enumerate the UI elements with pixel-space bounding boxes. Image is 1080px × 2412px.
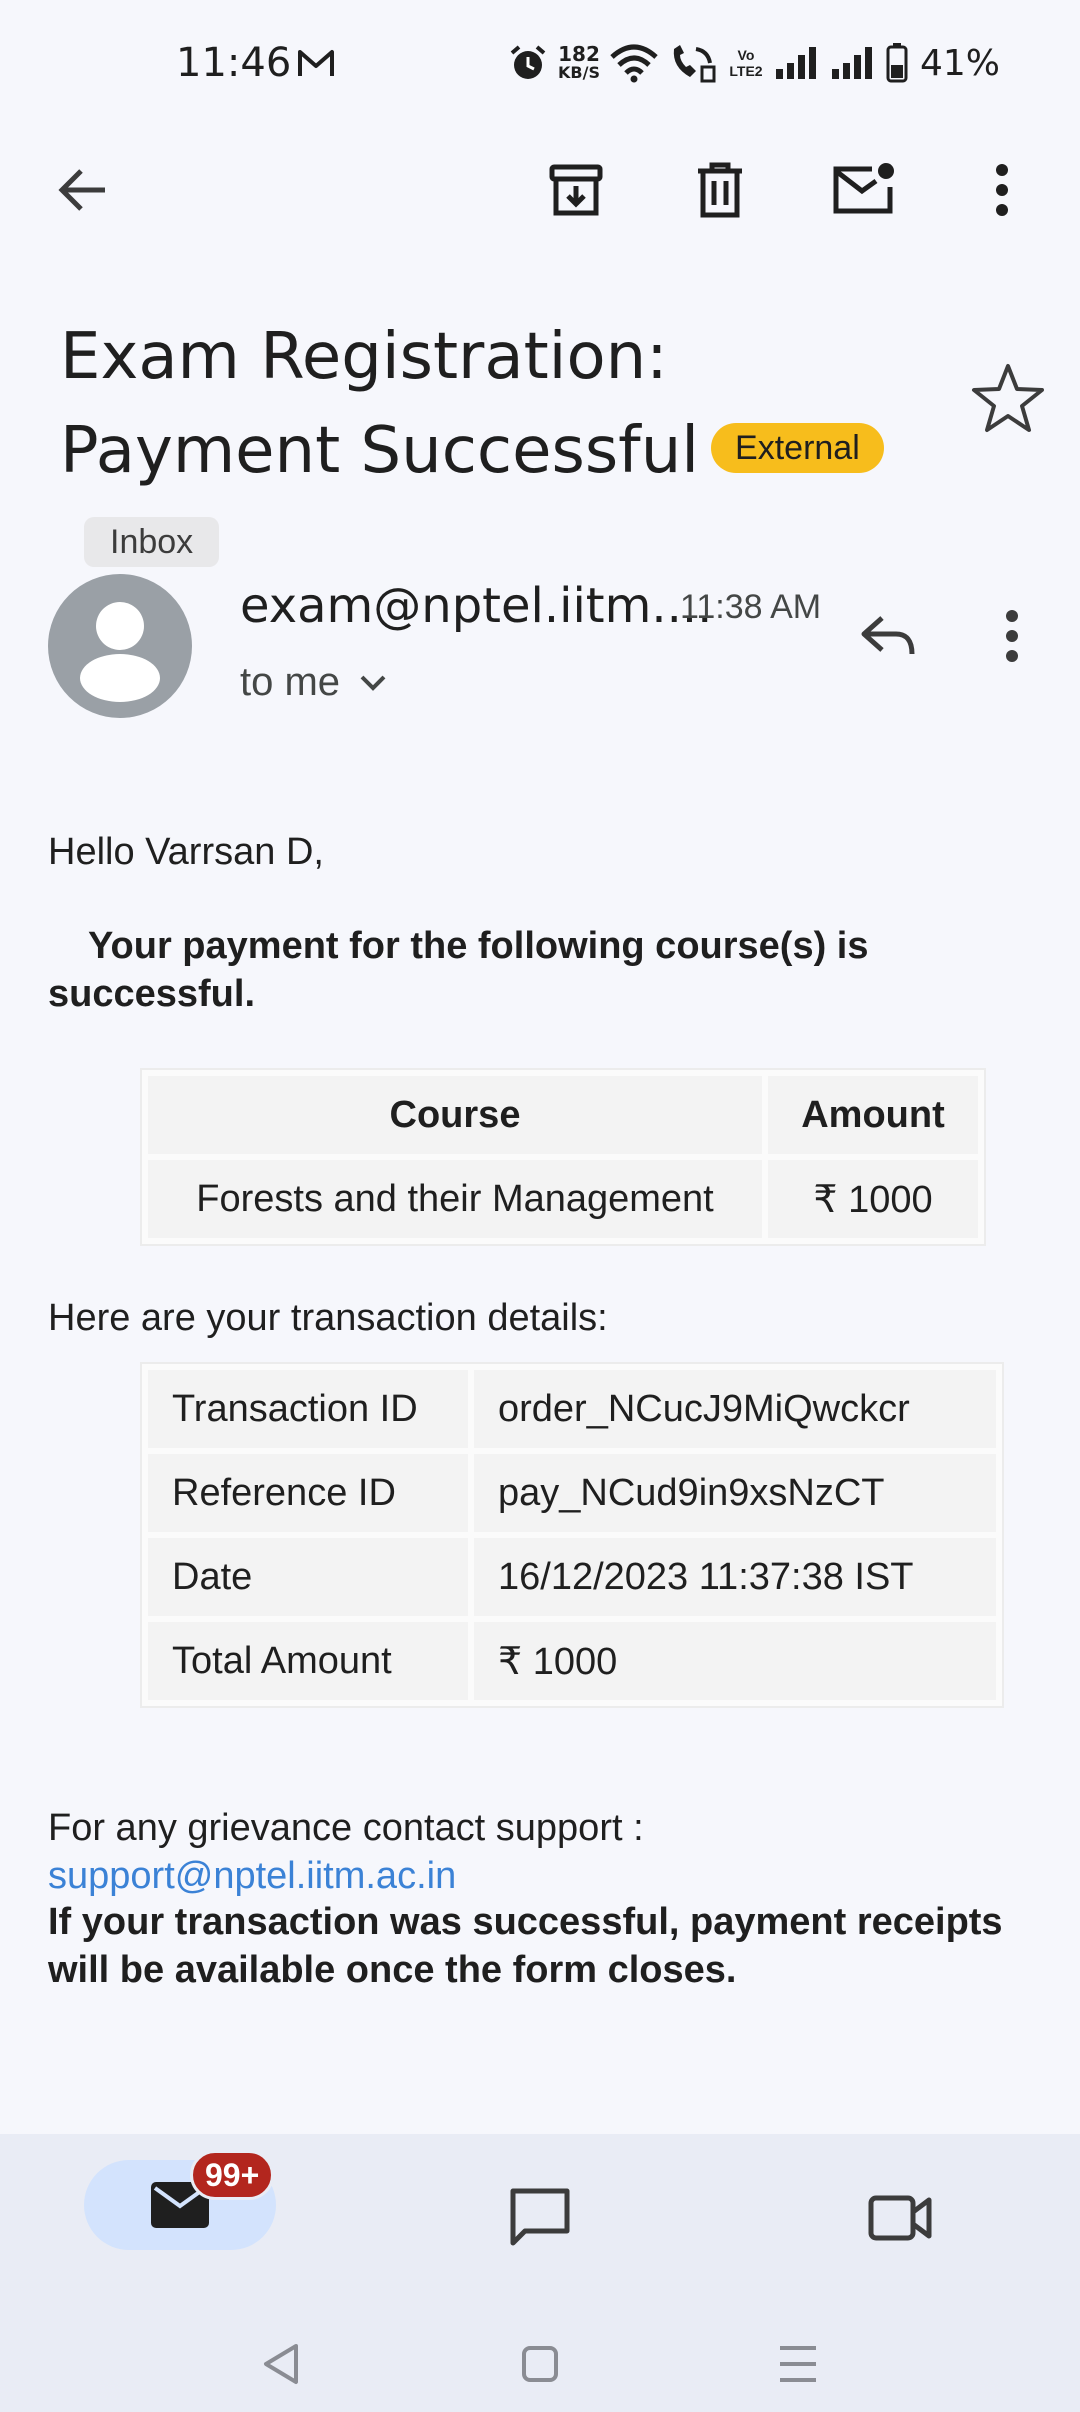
square-home-icon <box>522 2346 558 2382</box>
battery-percent: 41% <box>919 42 1000 84</box>
network-speed-unit: KB/S <box>558 63 600 82</box>
more-vert-icon <box>1006 610 1018 662</box>
reference-id-value: pay_NCud9in9xsNzCT <box>474 1454 996 1532</box>
status-icons: 182 KB/S Vo LTE2 41% <box>508 40 1000 86</box>
sent-time: 11:38 AM <box>680 588 822 626</box>
course-table: Course Amount Forests and their Manageme… <box>140 1068 986 1246</box>
reply-icon <box>861 616 915 655</box>
signal-sim2-icon <box>831 47 872 79</box>
course-amount-cell: ₹ 1000 <box>768 1160 978 1238</box>
signal-sim1-icon <box>775 47 816 79</box>
status-time: 11:46 <box>176 40 292 86</box>
wifi-icon <box>610 44 658 83</box>
table-row: Transaction ID order_NCucJ9MiQwckcr <box>148 1370 996 1448</box>
delete-button[interactable] <box>680 150 760 230</box>
total-amount-value: ₹ 1000 <box>474 1622 996 1700</box>
nav-meet-tab[interactable] <box>860 2178 940 2258</box>
star-button[interactable] <box>970 360 1046 436</box>
transaction-id-value: order_NCucJ9MiQwckcr <box>474 1370 996 1448</box>
receipt-note: If your transaction was successful, paym… <box>48 1901 1003 1991</box>
table-row: Total Amount ₹ 1000 <box>148 1622 996 1700</box>
archive-icon <box>549 164 603 216</box>
videocam-icon <box>868 2195 932 2241</box>
transaction-table: Transaction ID order_NCucJ9MiQwckcr Refe… <box>140 1362 1004 1708</box>
total-amount-label: Total Amount <box>148 1622 468 1700</box>
star-outline-icon <box>972 364 1044 432</box>
transaction-id-label: Transaction ID <box>148 1370 468 1448</box>
success-message-text: Your payment for the following course(s)… <box>48 925 869 1015</box>
inbox-label-chip[interactable]: Inbox <box>84 517 220 568</box>
triangle-back-icon <box>264 2344 298 2384</box>
mark-unread-icon <box>833 163 894 214</box>
support-email-link[interactable]: support@nptel.iitm.ac.in <box>48 1852 456 1900</box>
course-header: Course <box>148 1076 762 1154</box>
status-bar: 11:46 182 KB/S Vo LTE2 41% <box>0 0 1080 120</box>
message-more-button[interactable] <box>972 596 1052 676</box>
more-options-button[interactable] <box>962 150 1042 230</box>
back-button[interactable] <box>42 150 122 230</box>
subject-text: Exam Registration: Payment Successful <box>60 320 700 488</box>
menu-lines-icon <box>780 2346 816 2382</box>
volte-indicator: Vo LTE2 <box>729 47 763 79</box>
more-vert-icon <box>996 164 1008 216</box>
network-speed-value: 182 <box>558 42 600 66</box>
grievance-text: For any grievance contact support : <box>48 1807 644 1849</box>
table-row: Forests and their Management ₹ 1000 <box>148 1160 978 1238</box>
system-recents-button[interactable] <box>768 2334 828 2394</box>
alarm-icon <box>510 45 546 79</box>
mark-unread-button[interactable] <box>824 150 904 230</box>
course-name-cell: Forests and their Management <box>148 1160 762 1238</box>
wifi-calling-icon <box>673 45 716 83</box>
recipient-details-toggle[interactable]: to me <box>240 660 388 705</box>
table-row: Reference ID pay_NCud9in9xsNzCT <box>148 1454 996 1532</box>
top-app-bar <box>0 140 1080 240</box>
delete-icon <box>698 162 742 218</box>
battery-icon <box>886 43 908 83</box>
recipient-text: to me <box>240 660 341 704</box>
sender-avatar[interactable] <box>48 574 192 718</box>
chat-icon <box>510 2188 570 2246</box>
date-label: Date <box>148 1538 468 1616</box>
person-icon <box>80 602 160 702</box>
greeting-text: Hello Varrsan D, <box>48 831 324 873</box>
transaction-details-label: Here are your transaction details: <box>48 1297 608 1339</box>
reply-button[interactable] <box>848 596 928 676</box>
external-label-chip[interactable]: External <box>711 423 884 474</box>
arrow-back-icon <box>58 169 105 211</box>
success-message: Your payment for the following course(s)… <box>48 922 1028 1018</box>
unread-count-badge: 99+ <box>190 2150 275 2200</box>
bottom-navigation: 99+ <box>0 2134 1080 2412</box>
date-value: 16/12/2023 11:37:38 IST <box>474 1538 996 1616</box>
system-back-button[interactable] <box>252 2334 312 2394</box>
amount-header: Amount <box>768 1076 978 1154</box>
email-subject: Exam Registration: Payment Successful Ext… <box>60 310 960 592</box>
archive-button[interactable] <box>536 150 616 230</box>
sender-name[interactable]: exam@nptel.iitm.... <box>240 578 712 634</box>
gmail-notification-icon <box>298 50 334 76</box>
nav-chat-tab[interactable] <box>500 2178 580 2258</box>
reference-id-label: Reference ID <box>148 1454 468 1532</box>
system-home-button[interactable] <box>510 2334 570 2394</box>
chevron-down-icon <box>360 675 386 691</box>
network-speed: 182 KB/S <box>558 44 600 82</box>
table-header-row: Course Amount <box>148 1076 978 1154</box>
table-row: Date 16/12/2023 11:37:38 IST <box>148 1538 996 1616</box>
